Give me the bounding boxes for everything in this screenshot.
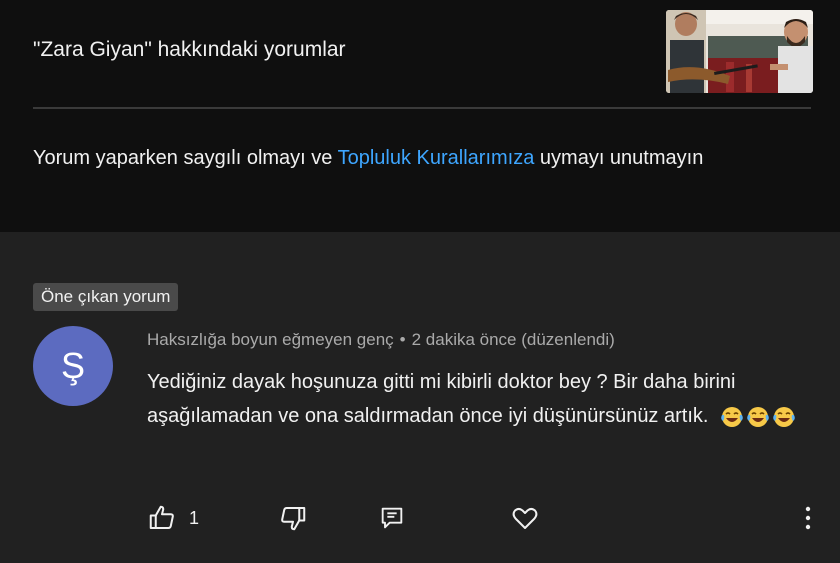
header-divider (33, 107, 811, 109)
comments-header-panel: "Zara Giyan" hakkındaki yorumlar Yorum y… (0, 0, 840, 232)
laughing-tears-emoji-icon (773, 406, 795, 427)
notice-text-start: Yorum yaparken saygılı olmayı ve (33, 147, 338, 169)
more-options-button[interactable] (796, 500, 820, 536)
community-guidelines-link[interactable]: Topluluk Kurallarımıza (338, 147, 535, 169)
comment-meta: Haksızlığa boyun eğmeyen genç • 2 dakika ö… (147, 330, 615, 350)
comment-time: 2 dakika önce (düzenlendi) (411, 330, 615, 349)
more-vertical-icon (805, 506, 811, 530)
thumbs-up-icon (149, 505, 174, 529)
laughing-tears-emoji-icon (721, 406, 743, 427)
heart-icon (512, 507, 538, 529)
video-thumbnail[interactable] (666, 10, 813, 93)
comment-text: Yediğiniz dayak hoşunuza gitti mi kibirl… (147, 371, 736, 427)
laughing-tears-emoji-group (720, 405, 796, 429)
thumbs-down-icon (281, 507, 306, 531)
community-guidelines-notice: Yorum yaparken saygılı olmayı ve Toplulu… (33, 143, 773, 173)
notice-text-end: uymayı unutmayın (534, 147, 704, 169)
like-button[interactable]: 1 (147, 500, 199, 536)
like-count: 1 (189, 507, 200, 528)
dislike-button[interactable] (278, 500, 308, 536)
comment-author[interactable]: Haksızlığa boyun eğmeyen genç (147, 330, 394, 349)
reply-button[interactable] (378, 500, 406, 536)
comment-body: Yediğiniz dayak hoşunuza gitti mi kibirl… (147, 365, 827, 433)
comments-title: "Zara Giyan" hakkındaki yorumlar (33, 38, 346, 61)
heart-button[interactable] (510, 500, 540, 536)
avatar[interactable]: Ş (33, 326, 113, 406)
meta-separator: • (399, 330, 406, 349)
featured-comment-badge: Öne çıkan yorum (33, 283, 179, 311)
laughing-tears-emoji-icon (747, 406, 769, 427)
reply-icon (381, 507, 403, 529)
comment-actions: 1 (0, 500, 840, 536)
